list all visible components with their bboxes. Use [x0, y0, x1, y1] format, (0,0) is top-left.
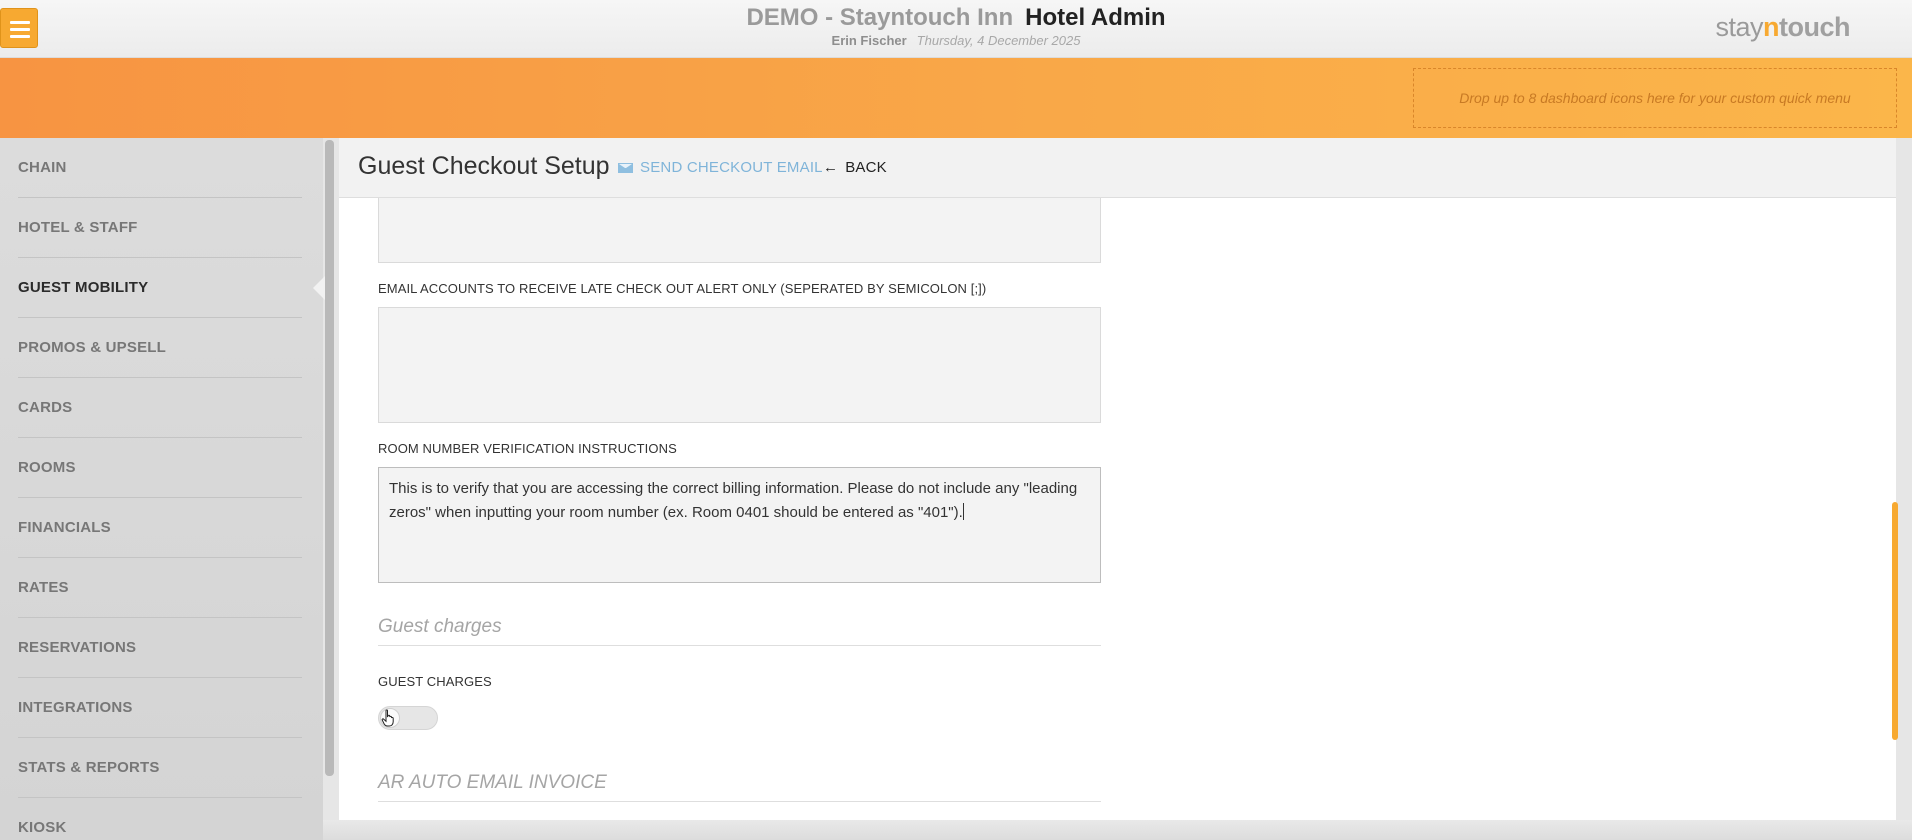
- sidebar: CHAIN HOTEL & STAFF GUEST MOBILITY PROMO…: [0, 138, 323, 840]
- sidebar-item-kiosk[interactable]: KIOSK: [18, 798, 302, 840]
- sidebar-item-promos-upsell[interactable]: PROMOS & UPSELL: [18, 318, 302, 378]
- main-content: EMAIL ACCOUNTS TO RECEIVE LATE CHECK OUT…: [339, 198, 1896, 820]
- dashboard-band: Drop up to 8 dashboard icons here for yo…: [0, 58, 1912, 138]
- sidebar-item-rates[interactable]: RATES: [18, 558, 302, 618]
- app-name: Hotel Admin: [1025, 4, 1166, 31]
- guest-charges-label: GUEST CHARGES: [378, 674, 492, 689]
- back-arrow-icon: ←: [823, 159, 839, 176]
- header-title-block: DEMO - Stayntouch Inn Hotel Admin Erin Fi…: [0, 3, 1912, 49]
- text-caret: [962, 503, 964, 520]
- ar-auto-email-invoice-heading: AR AUTO EMAIL INVOICE: [378, 772, 1101, 802]
- envelope-icon: [618, 163, 633, 173]
- sidebar-item-reservations[interactable]: RESERVATIONS: [18, 618, 302, 678]
- previous-textarea[interactable]: [378, 198, 1101, 263]
- room-verification-label: ROOM NUMBER VERIFICATION INSTRUCTIONS: [378, 441, 677, 456]
- user-name: Erin Fischer: [831, 33, 907, 48]
- sidebar-item-guest-mobility[interactable]: GUEST MOBILITY: [18, 258, 302, 318]
- top-bar: DEMO - Stayntouch Inn Hotel Admin Erin Fi…: [0, 0, 1912, 58]
- property-name: DEMO - Stayntouch Inn: [746, 4, 1014, 31]
- business-date: Thursday, 4 December 2025: [916, 33, 1081, 48]
- back-link[interactable]: ← BACK: [823, 159, 887, 176]
- stayntouch-logo: stayntouch: [1715, 12, 1850, 42]
- sidebar-item-financials[interactable]: FINANCIALS: [18, 498, 302, 558]
- sidebar-item-stats-reports[interactable]: STATS & REPORTS: [18, 738, 302, 798]
- sidebar-item-rooms[interactable]: ROOMS: [18, 438, 302, 498]
- sidebar-item-chain[interactable]: CHAIN: [18, 138, 302, 198]
- guest-charges-heading: Guest charges: [378, 616, 1101, 646]
- send-checkout-email-link[interactable]: SEND CHECKOUT EMAIL: [618, 159, 823, 176]
- sidebar-item-cards[interactable]: CARDS: [18, 378, 302, 438]
- sidebar-item-hotel-staff[interactable]: HOTEL & STAFF: [18, 198, 302, 258]
- late-checkout-email-label: EMAIL ACCOUNTS TO RECEIVE LATE CHECK OUT…: [378, 281, 987, 296]
- active-indicator: [313, 276, 325, 300]
- content-scrollbar[interactable]: [1892, 502, 1898, 740]
- hand-cursor-icon: [381, 709, 394, 727]
- late-checkout-email-input[interactable]: [378, 307, 1101, 423]
- sidebar-scrollbar[interactable]: [325, 140, 334, 776]
- bottom-shade: [323, 820, 1912, 840]
- room-verification-input[interactable]: This is to verify that you are accessing…: [378, 467, 1101, 583]
- page-title: Guest Checkout Setup: [358, 152, 610, 180]
- sidebar-item-integrations[interactable]: INTEGRATIONS: [18, 678, 302, 738]
- page-header: Guest Checkout Setup SEND CHECKOUT EMAIL…: [339, 138, 1896, 198]
- quick-menu-dropzone[interactable]: Drop up to 8 dashboard icons here for yo…: [1413, 68, 1897, 128]
